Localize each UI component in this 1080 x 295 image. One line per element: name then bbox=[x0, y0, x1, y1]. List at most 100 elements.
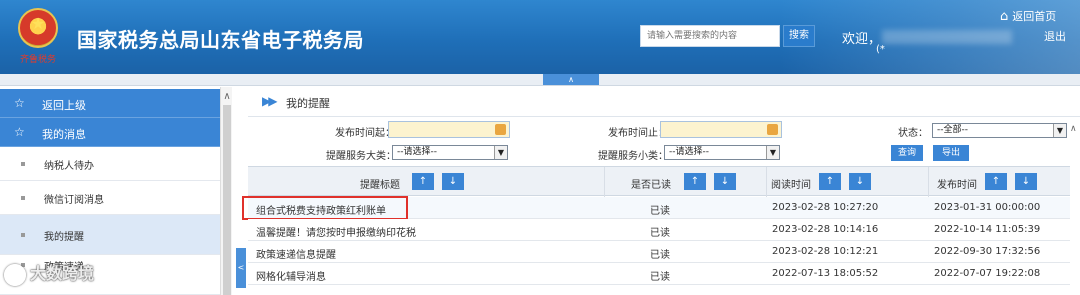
col-title-label: 提醒标题 bbox=[360, 180, 400, 191]
sort-desc-button[interactable]: ↓ bbox=[1015, 173, 1037, 190]
scroll-up-icon[interactable]: ∧ bbox=[221, 91, 233, 102]
bullet-icon bbox=[21, 196, 25, 200]
table-row[interactable]: 网格化辅导消息 已读 2022-07-13 18:05:52 2022-07-0… bbox=[248, 263, 1070, 285]
cell-pub-time: 2022-09-30 17:32:56 bbox=[934, 246, 1041, 257]
sidebar-item-wechat[interactable]: 微信订阅消息 bbox=[0, 181, 220, 215]
filter-form: 发布时间起： 发布时间止： 状态： --全部-- ▼ 提醒服务大类： --请选择… bbox=[248, 118, 1080, 164]
pub-from-label: 发布时间起： bbox=[335, 128, 395, 139]
sort-desc-button[interactable]: ↓ bbox=[714, 173, 736, 190]
sidebar-section-my-messages[interactable]: ☆ 我的消息 bbox=[0, 118, 220, 147]
cell-read-time: 2022-07-13 18:05:52 bbox=[772, 268, 879, 279]
header-collapse-strip: ∧ bbox=[0, 74, 1080, 86]
main-scrollbar[interactable]: ∧ bbox=[1070, 124, 1080, 284]
chevron-down-icon: ▼ bbox=[1053, 124, 1066, 137]
main-panel: ▶▶ 我的提醒 发布时间起： 发布时间止： 状态： --全部-- ▼ 提醒服务大… bbox=[242, 87, 1080, 295]
chevron-down-icon: ▼ bbox=[494, 146, 507, 159]
col-read: 是否已读 ↑ ↓ bbox=[605, 167, 767, 197]
sidebar-collapse-toggle[interactable]: < bbox=[236, 248, 246, 288]
service-major-label: 提醒服务大类： bbox=[326, 151, 396, 162]
sidebar-item-label: 微信订阅消息 bbox=[44, 195, 104, 206]
logout-link[interactable]: 退出 bbox=[1044, 28, 1066, 44]
chevron-down-icon: ▼ bbox=[766, 146, 779, 159]
cell-read: 已读 bbox=[650, 206, 670, 217]
cell-read-time: 2023-02-28 10:12:21 bbox=[772, 246, 879, 257]
col-pub-time: 发布时间 ↑ ↓ bbox=[929, 167, 1070, 197]
query-button[interactable]: 查询 bbox=[891, 145, 923, 161]
col-title: 提醒标题 ↑ ↓ bbox=[248, 167, 605, 197]
service-major-value: --请选择-- bbox=[397, 147, 437, 157]
col-read-label: 是否已读 bbox=[631, 180, 671, 191]
panel-header: ▶▶ 我的提醒 bbox=[248, 87, 1080, 117]
watermark-logo-icon bbox=[4, 263, 26, 286]
user-sub-text: (* bbox=[876, 44, 885, 55]
page-title: 我的提醒 bbox=[286, 97, 330, 110]
export-button[interactable]: 导出 bbox=[933, 145, 969, 161]
pub-from-input[interactable] bbox=[388, 121, 510, 138]
pub-to-input[interactable] bbox=[660, 121, 782, 138]
cell-read: 已读 bbox=[650, 250, 670, 261]
sidebar-item-label: 我的提醒 bbox=[44, 232, 84, 243]
status-select-value: --全部-- bbox=[937, 125, 968, 135]
calendar-icon[interactable] bbox=[767, 124, 778, 135]
col-read-time: 阅读时间 ↑ ↓ bbox=[767, 167, 929, 197]
watermark-text: 大数跨境 bbox=[30, 264, 95, 283]
star-icon: ☆ bbox=[14, 125, 25, 139]
cell-read-time: 2023-02-28 10:14:16 bbox=[772, 224, 879, 235]
service-minor-label: 提醒服务小类： bbox=[598, 151, 668, 162]
tax-emblem-logo: ★ 齐鲁税务 bbox=[12, 8, 64, 66]
sidebar-item-label: 纳税人待办 bbox=[44, 161, 94, 172]
double-arrow-icon: ▶▶ bbox=[262, 94, 278, 108]
calendar-icon[interactable] bbox=[495, 124, 506, 135]
home-icon: ⌂ bbox=[1000, 9, 1009, 24]
search-button[interactable]: 搜索 bbox=[783, 25, 815, 47]
home-link[interactable]: ⌂ 返回首页 bbox=[1000, 8, 1056, 24]
bullet-icon bbox=[21, 233, 25, 237]
watermark: 大数跨境 bbox=[4, 260, 94, 290]
cell-pub-time: 2022-07-07 19:22:08 bbox=[934, 268, 1041, 279]
cell-title[interactable]: 网格化辅导消息 bbox=[256, 268, 326, 283]
username-redacted bbox=[882, 30, 1012, 44]
sort-asc-button[interactable]: ↑ bbox=[684, 173, 706, 190]
table-header: 提醒标题 ↑ ↓ 是否已读 ↑ ↓ 阅读时间 ↑ ↓ 发布时间 ↑ ↓ bbox=[248, 166, 1070, 197]
cell-pub-time: 2022-10-14 11:05:39 bbox=[934, 224, 1041, 235]
service-major-select[interactable]: --请选择-- ▼ bbox=[392, 145, 508, 160]
scroll-up-icon[interactable]: ∧ bbox=[1070, 124, 1077, 134]
cell-read-time: 2023-02-28 10:27:20 bbox=[772, 202, 879, 213]
sidebar-item-label: 我的消息 bbox=[42, 128, 86, 141]
table-row[interactable]: 组合式税费支持政策红利账单 已读 2023-02-28 10:27:20 202… bbox=[242, 196, 1070, 220]
site-title: 国家税务总局山东省电子税务局 bbox=[77, 28, 364, 52]
col-read-time-label: 阅读时间 bbox=[771, 180, 811, 191]
sort-desc-button[interactable]: ↓ bbox=[442, 173, 464, 190]
bullet-icon bbox=[21, 162, 25, 166]
star-icon: ☆ bbox=[14, 96, 25, 110]
cell-title[interactable]: 温馨提醒！请您按时申报缴纳印花税 bbox=[256, 224, 416, 239]
cell-pub-time: 2023-01-31 00:00:00 bbox=[934, 202, 1041, 213]
cell-read: 已读 bbox=[650, 228, 670, 239]
sidebar-item-back[interactable]: ☆ 返回上级 bbox=[0, 89, 220, 118]
service-minor-value: --请选择-- bbox=[669, 147, 709, 157]
service-minor-select[interactable]: --请选择-- ▼ bbox=[664, 145, 780, 160]
scroll-thumb[interactable] bbox=[223, 105, 231, 295]
brand-text: 齐鲁税务 bbox=[19, 55, 56, 65]
sort-asc-button[interactable]: ↑ bbox=[819, 173, 841, 190]
search-input[interactable] bbox=[640, 25, 780, 47]
cell-read: 已读 bbox=[650, 272, 670, 283]
sort-asc-button[interactable]: ↑ bbox=[985, 173, 1007, 190]
table-row[interactable]: 温馨提醒！请您按时申报缴纳印花税 已读 2023-02-28 10:14:16 … bbox=[248, 219, 1070, 241]
sidebar-scrollbar[interactable]: ∧ bbox=[220, 87, 232, 295]
status-select[interactable]: --全部-- ▼ bbox=[932, 123, 1067, 138]
sidebar-item-taxpayer-todo[interactable]: 纳税人待办 bbox=[0, 147, 220, 181]
sidebar-item-label: 返回上级 bbox=[42, 99, 86, 112]
sidebar-item-my-reminders[interactable]: 我的提醒 bbox=[0, 215, 220, 255]
col-pub-time-label: 发布时间 bbox=[937, 180, 977, 191]
status-label: 状态： bbox=[898, 128, 928, 139]
sort-asc-button[interactable]: ↑ bbox=[412, 173, 434, 190]
sort-desc-button[interactable]: ↓ bbox=[849, 173, 871, 190]
home-link-label: 返回首页 bbox=[1012, 10, 1057, 23]
site-header: ★ 齐鲁税务 国家税务总局山东省电子税务局 搜索 欢迎， (* ⌂返回首页 退出 bbox=[0, 0, 1080, 74]
collapse-header-toggle[interactable]: ∧ bbox=[543, 74, 599, 85]
cell-title[interactable]: 组合式税费支持政策红利账单 bbox=[256, 202, 386, 217]
cell-title[interactable]: 政策速递信息提醒 bbox=[256, 246, 336, 261]
table-row[interactable]: 政策速递信息提醒 已读 2023-02-28 10:12:21 2022-09-… bbox=[248, 241, 1070, 263]
pub-to-label: 发布时间止： bbox=[608, 128, 668, 139]
